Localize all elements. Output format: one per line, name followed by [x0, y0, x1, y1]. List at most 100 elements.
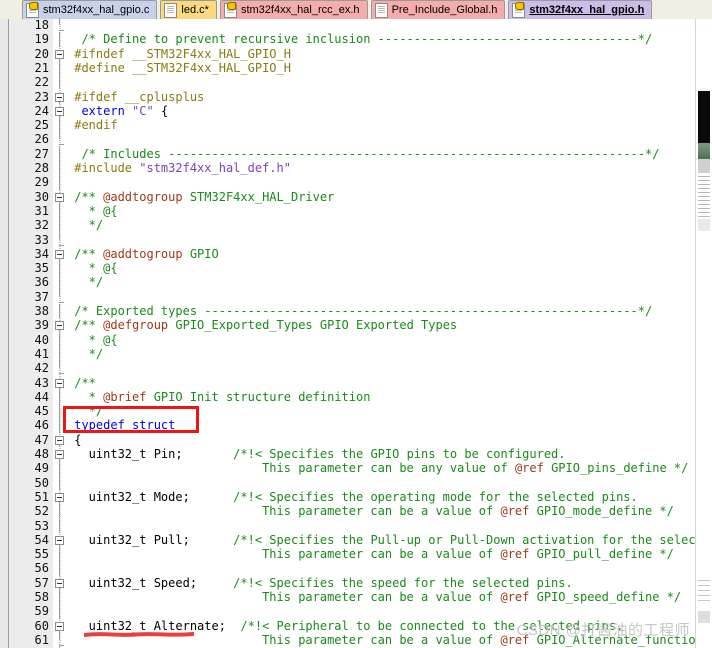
code-line[interactable]: */	[67, 275, 696, 289]
fold-toggle-icon[interactable]	[53, 318, 67, 333]
fold-toggle-icon[interactable]	[53, 533, 67, 547]
code-line[interactable]: /** @addtogroup STM32F4xx_HAL_Driver	[67, 190, 696, 204]
code-line[interactable]: /* Includes ----------------------------…	[67, 147, 696, 161]
code-line[interactable]: {	[67, 433, 696, 447]
code-line[interactable]: This parameter can be a value of @ref GP…	[67, 504, 696, 518]
line-number: 29	[34, 175, 49, 190]
editor-tab-1[interactable]: led.c*	[160, 0, 217, 19]
code-line[interactable]: #ifndef __STM32F4xx_HAL_GPIO_H	[67, 47, 696, 61]
code-line[interactable]: This parameter can be a value of @ref GP…	[67, 633, 696, 647]
code-token: GPIO_mode_define */	[529, 504, 674, 519]
code-line[interactable]: extern "C" {	[67, 104, 696, 118]
code-line[interactable]: */	[67, 218, 696, 232]
fold-toggle-icon[interactable]	[53, 104, 67, 118]
fold-toggle-icon[interactable]	[53, 247, 67, 261]
code-line[interactable]: */	[67, 404, 696, 418]
fold-toggle-icon[interactable]	[53, 90, 67, 104]
code-line[interactable]: #define __STM32F4xx_HAL_GPIO_H	[67, 61, 696, 75]
code-line[interactable]: uint32_t Pin; /*!< Specifies the GPIO pi…	[67, 447, 696, 461]
fold-guide-line	[53, 389, 67, 405]
code-line[interactable]: #endif	[67, 118, 696, 132]
fold-guide-line	[53, 590, 67, 605]
code-line[interactable]: * @{	[67, 333, 696, 347]
line-number: 27	[34, 146, 49, 161]
document-overview-strip[interactable]	[695, 19, 712, 648]
code-line[interactable]: #include "stm32f4xx_hal_def.h"	[67, 161, 696, 175]
code-line[interactable]	[67, 290, 696, 304]
code-token: /* Define to prevent recursive inclusion…	[67, 32, 653, 47]
overview-block-dark	[698, 91, 710, 143]
fold-toggle-icon[interactable]	[53, 433, 67, 447]
code-line[interactable]: uint32_t Mode; /*!< Specifies the operat…	[67, 490, 696, 504]
line-number: 22	[34, 75, 49, 90]
fold-guide-line	[53, 561, 67, 576]
code-token: /*!< Peripheral to be connected to the s…	[240, 618, 624, 633]
line-number: 35	[34, 261, 49, 276]
code-token: uint32_t Alternate;	[67, 618, 241, 633]
line-number: 48	[34, 447, 49, 461]
fold-toggle-icon[interactable]	[53, 190, 67, 204]
line-number: 57	[34, 575, 49, 590]
fold-toggle-icon[interactable]	[53, 576, 67, 590]
line-number: 46	[34, 418, 49, 433]
fold-toggle-icon[interactable]	[53, 376, 67, 390]
editor-tab-0[interactable]: stm32f4xx_hal_gpio.c	[22, 0, 158, 19]
line-number: 45	[34, 404, 49, 419]
code-folding-margin[interactable]	[53, 18, 67, 648]
code-line[interactable]: This parameter can be a value of @ref GP…	[67, 547, 696, 561]
editor-tab-2[interactable]: stm32f4xx_hal_rcc_ex.h	[219, 0, 368, 19]
code-editor[interactable]: 18 19 20 21 22 23 24 25 26 27 28 29 30 31 32 33 34 35 36 37…	[0, 18, 712, 648]
code-token: GPIO_Alternate_function_	[529, 632, 696, 647]
fold-toggle-icon[interactable]	[53, 447, 67, 461]
editor-tab-label: stm32f4xx_hal_gpio.c	[43, 4, 150, 16]
line-number: 61	[34, 632, 49, 647]
code-line[interactable]: * @{	[67, 204, 696, 218]
editor-tab-3[interactable]: Pre_Include_Global.h	[370, 0, 506, 19]
code-line[interactable]: uint32_t Speed; /*!< Specifies the speed…	[67, 576, 696, 590]
fold-guide-line	[53, 346, 67, 362]
code-line[interactable]: /**	[67, 376, 696, 390]
code-token: /*!< Specifies the Pull-up or Pull-Down …	[233, 532, 696, 547]
line-number: 59	[34, 604, 49, 619]
fold-guide-line	[53, 518, 67, 533]
code-text-area[interactable]: /* Define to prevent recursive inclusion…	[67, 19, 696, 648]
line-number: 20	[34, 46, 49, 61]
code-line[interactable]: * @{	[67, 261, 696, 275]
code-line[interactable]	[67, 132, 696, 146]
code-line[interactable]: /** @addtogroup GPIO	[67, 247, 696, 261]
fold-toggle-icon[interactable]	[53, 490, 67, 504]
editor-tab-4[interactable]: stm32f4xx_hal_gpio.h	[508, 0, 653, 19]
fold-toggle-icon[interactable]	[53, 47, 67, 61]
code-line[interactable]	[67, 519, 696, 533]
editor-tab-label: stm32f4xx_hal_rcc_ex.h	[240, 4, 360, 16]
code-line[interactable]	[67, 233, 696, 247]
code-line[interactable]: #ifdef __cplusplus	[67, 90, 696, 104]
code-line[interactable]: */	[67, 347, 696, 361]
fold-guide-line	[53, 332, 67, 347]
code-line[interactable]	[67, 476, 696, 490]
code-token: */	[67, 218, 104, 233]
code-line[interactable]	[67, 75, 696, 89]
line-number: 23	[34, 89, 49, 104]
fold-toggle-icon[interactable]	[53, 619, 67, 633]
line-number: 34	[34, 246, 49, 261]
code-token: GPIO_pins_define */	[543, 461, 689, 476]
code-line[interactable]: uint32_t Alternate; /*!< Peripheral to b…	[67, 619, 696, 633]
code-line[interactable]: /** @defgroup GPIO_Exported_Types GPIO E…	[67, 318, 696, 332]
line-number-gutter: 18 19 20 21 22 23 24 25 26 27 28 29 30 31 32 33 34 35 36 37…	[9, 18, 53, 648]
code-line[interactable]	[67, 175, 696, 189]
code-line[interactable]: /* Define to prevent recursive inclusion…	[67, 32, 696, 46]
line-number: 38	[34, 304, 49, 318]
code-line[interactable]: This parameter can be a value of @ref GP…	[67, 590, 696, 604]
code-line[interactable]: uint32_t Pull; /*!< Specifies the Pull-u…	[67, 533, 696, 547]
code-line[interactable]	[67, 604, 696, 618]
fold-guide-line	[53, 161, 67, 176]
code-line[interactable]: /* Exported types ----------------------…	[67, 304, 696, 318]
code-line[interactable]	[67, 361, 696, 375]
code-line[interactable]: * @brief GPIO Init structure definition	[67, 390, 696, 404]
code-line[interactable]: This parameter can be any value of @ref …	[67, 461, 696, 475]
line-number: 54	[34, 532, 49, 547]
code-line[interactable]	[67, 561, 696, 575]
code-line[interactable]	[67, 19, 696, 32]
code-line[interactable]: typedef struct	[67, 418, 696, 432]
